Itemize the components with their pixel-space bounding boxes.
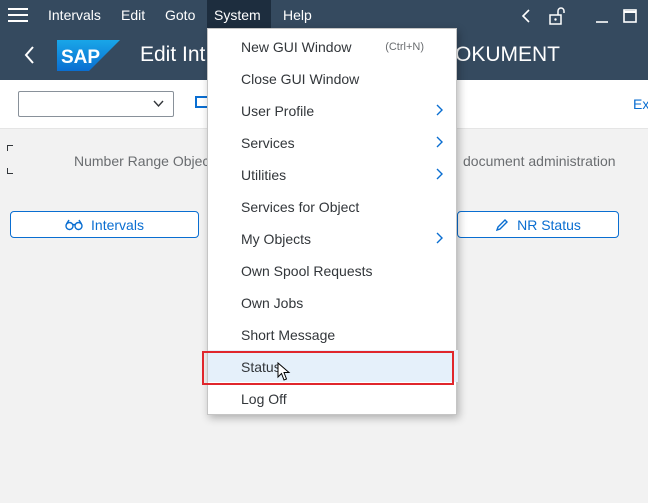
glasses-icon bbox=[65, 219, 83, 230]
menu-item-own-jobs[interactable]: Own Jobs bbox=[208, 286, 458, 318]
chevron-right-icon bbox=[436, 104, 443, 116]
menu-item-services-for-object[interactable]: Services for Object bbox=[208, 190, 458, 222]
menu-item-close-gui-window[interactable]: Close GUI Window bbox=[208, 62, 458, 94]
back-arrow-icon[interactable] bbox=[20, 43, 40, 72]
menu-item-label: Own Spool Requests bbox=[241, 263, 373, 279]
mouse-pointer-icon bbox=[277, 362, 291, 381]
menu-item-own-spool-requests[interactable]: Own Spool Requests bbox=[208, 254, 458, 286]
menu-item-log-off[interactable]: Log Off bbox=[208, 382, 458, 414]
menu-item-label: Services for Object bbox=[241, 199, 360, 215]
svg-text:SAP: SAP bbox=[61, 47, 100, 68]
maximize-icon[interactable] bbox=[619, 5, 641, 27]
menu-item-label: Utilities bbox=[241, 167, 287, 183]
status-highlight-box bbox=[202, 351, 454, 385]
chevron-right-icon bbox=[436, 168, 443, 180]
menu-item-label: Close GUI Window bbox=[241, 71, 360, 87]
chevron-right-icon bbox=[436, 232, 443, 244]
menu-item-label: Short Message bbox=[241, 327, 336, 343]
menu-item-label: Log Off bbox=[241, 391, 287, 407]
chevron-down-icon bbox=[152, 97, 165, 113]
unlock-icon[interactable] bbox=[546, 5, 568, 27]
menu-item-user-profile[interactable]: User Profile bbox=[208, 94, 458, 126]
menu-item-label: Own Jobs bbox=[241, 295, 304, 311]
menu-edit[interactable]: Edit bbox=[114, 0, 152, 31]
menu-intervals[interactable]: Intervals bbox=[41, 0, 108, 31]
toolbar-overflow-link[interactable]: Ex bbox=[633, 96, 648, 112]
page-title-tail: OKUMENT bbox=[455, 43, 560, 66]
intervals-button[interactable]: Intervals bbox=[10, 211, 199, 238]
menu-item-services[interactable]: Services bbox=[208, 126, 458, 158]
group-corner-bottom-icon bbox=[7, 168, 13, 174]
menu-item-label: User Profile bbox=[241, 103, 315, 119]
menu-goto[interactable]: Goto bbox=[158, 0, 202, 31]
menu-item-label: New GUI Window bbox=[241, 39, 352, 55]
sap-logo: SAP bbox=[57, 40, 120, 71]
intervals-button-label: Intervals bbox=[91, 216, 144, 233]
menu-item-short-message[interactable]: Short Message bbox=[208, 318, 458, 350]
menu-item-utilities[interactable]: Utilities bbox=[208, 158, 458, 190]
menu-help[interactable]: Help bbox=[276, 0, 319, 31]
menu-item-label: My Objects bbox=[241, 231, 312, 247]
menu-system[interactable]: System bbox=[207, 0, 271, 31]
nr-object-label: Number Range Object bbox=[74, 153, 214, 169]
group-corner-top-icon bbox=[7, 145, 13, 151]
command-field-select[interactable] bbox=[18, 91, 174, 117]
nr-status-button-label: NR Status bbox=[517, 216, 581, 233]
page-title: Edit Int bbox=[140, 43, 206, 66]
menu-bar: Intervals Edit Goto System Help bbox=[0, 0, 648, 31]
nr-status-button[interactable]: NR Status bbox=[457, 211, 619, 238]
nr-object-description: document administration bbox=[463, 153, 616, 169]
menu-item-new-gui-window[interactable]: New GUI Window (Ctrl+N) bbox=[208, 30, 458, 62]
hamburger-menu-icon[interactable] bbox=[8, 8, 28, 24]
menu-item-label: Services bbox=[241, 135, 295, 151]
minimize-icon[interactable] bbox=[591, 5, 613, 27]
menu-item-shortcut: (Ctrl+N) bbox=[385, 41, 424, 53]
collapse-left-icon[interactable] bbox=[516, 5, 538, 27]
menu-item-my-objects[interactable]: My Objects bbox=[208, 222, 458, 254]
chevron-right-icon bbox=[436, 136, 443, 148]
pencil-icon bbox=[495, 218, 509, 231]
